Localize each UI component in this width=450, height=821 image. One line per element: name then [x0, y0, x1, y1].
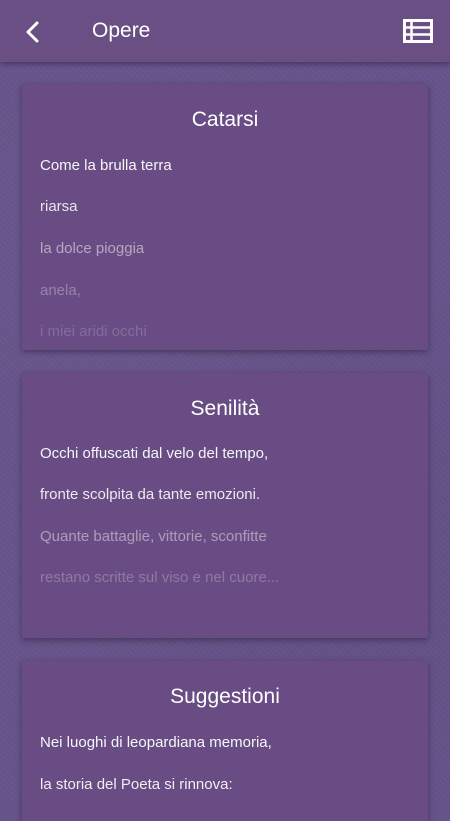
- list-view-icon: [403, 19, 433, 43]
- poem-line: Quante battaglie, vittorie, sconfitte: [40, 528, 267, 545]
- list-view-button[interactable]: [402, 16, 434, 46]
- poem-line: Come la brulla terra: [40, 157, 172, 174]
- poem-title: Catarsi: [191, 108, 259, 131]
- poem-title: Senilità: [190, 397, 260, 420]
- poem-line: restano scritte sul viso e nel cuore...: [40, 569, 280, 586]
- back-chevron-icon: [26, 21, 39, 43]
- poem-line: la dolce pioggia: [40, 240, 145, 257]
- poem-card-senilita[interactable]: Senilità Occhi offuscati dal velo del te…: [22, 373, 428, 638]
- poem-card-catarsi[interactable]: Catarsi Come la brulla terra riarsa la d…: [22, 84, 428, 350]
- page-title: Opere: [92, 19, 151, 42]
- poem-title: Suggestioni: [170, 685, 280, 708]
- poem-card-suggestioni[interactable]: Suggestioni Nei luoghi di leopardiana me…: [22, 661, 428, 821]
- poem-line: i miei aridi occhi: [40, 323, 147, 340]
- back-button[interactable]: [16, 15, 50, 49]
- poem-line: Occhi offuscati dal velo del tempo,: [40, 445, 269, 462]
- poem-line: Nei luoghi di leopardiana memoria,: [40, 734, 272, 751]
- poem-line: anela,: [40, 282, 81, 299]
- app-bar: Opere: [0, 0, 450, 62]
- poem-line: la storia del Poeta si rinnova:: [40, 776, 233, 793]
- poem-line: riarsa: [40, 198, 78, 215]
- poem-line: fronte scolpita da tante emozioni.: [40, 486, 261, 503]
